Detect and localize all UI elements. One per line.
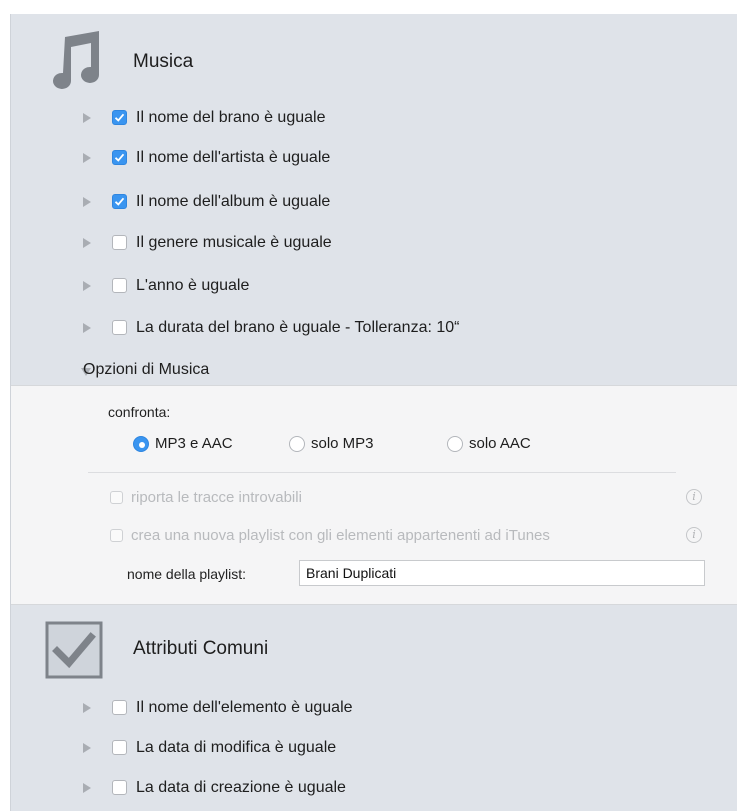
playlist-name-label: nome della playlist: xyxy=(127,566,247,582)
music-row-genre[interactable]: Il genere musicale è uguale xyxy=(11,229,737,259)
checkbox-checked[interactable] xyxy=(112,110,127,125)
disclosure-triangle-icon[interactable] xyxy=(83,281,91,291)
row-label: Il nome del brano è uguale xyxy=(136,109,326,126)
row-label: Il nome dell'album è uguale xyxy=(136,193,331,210)
radio-unselected-icon[interactable] xyxy=(447,436,463,452)
row-label: L'anno è uguale xyxy=(136,277,250,294)
row-label: La durata del brano è uguale - Tolleranz… xyxy=(136,319,460,336)
row-label: Il genere musicale è uguale xyxy=(136,234,332,251)
music-row-album-name[interactable]: Il nome dell'album è uguale xyxy=(11,188,737,218)
row-label: Il nome dell'artista è uguale xyxy=(136,149,331,166)
row-label: Il nome dell'elemento è uguale xyxy=(136,699,353,716)
music-row-artist-name[interactable]: Il nome dell'artista è uguale xyxy=(11,144,737,174)
disclosure-triangle-icon[interactable] xyxy=(83,113,91,123)
settings-panel: Musica Il nome del brano è uguale Il nom… xyxy=(10,14,737,811)
divider xyxy=(88,472,676,473)
music-options-panel: confronta: MP3 e AAC solo MP3 solo AAC r… xyxy=(11,385,737,605)
music-row-song-name[interactable]: Il nome del brano è uguale xyxy=(11,104,737,134)
radio-unselected-icon[interactable] xyxy=(289,436,305,452)
common-section-title: Attributi Comuni xyxy=(133,638,269,659)
disclosure-triangle-icon[interactable] xyxy=(83,743,91,753)
checkbox-unchecked[interactable] xyxy=(112,278,127,293)
row-label: La data di creazione è uguale xyxy=(136,779,346,796)
checkbox-unchecked[interactable] xyxy=(112,740,127,755)
radio-label: MP3 e AAC xyxy=(155,435,233,452)
create-playlist-row[interactable]: crea una nuova playlist con gli elementi… xyxy=(11,526,737,548)
checkbox-check-icon xyxy=(45,621,105,681)
compare-label: confronta: xyxy=(108,404,171,420)
create-playlist-label: crea una nuova playlist con gli elementi… xyxy=(131,527,550,544)
info-icon[interactable]: i xyxy=(686,489,702,505)
row-label: La data di modifica è uguale xyxy=(136,739,337,756)
common-row-created-date[interactable]: La data di creazione è uguale xyxy=(11,774,737,804)
disclosure-triangle-icon[interactable] xyxy=(83,323,91,333)
info-icon[interactable]: i xyxy=(686,527,702,543)
disclosure-triangle-icon[interactable] xyxy=(83,197,91,207)
music-options-toggle[interactable]: Opzioni di Musica xyxy=(11,356,737,386)
report-missing-row[interactable]: riporta le tracce introvabili i xyxy=(11,488,737,510)
checkbox-unchecked[interactable] xyxy=(112,780,127,795)
radio-label: solo AAC xyxy=(469,435,531,452)
checkbox-checked[interactable] xyxy=(112,150,127,165)
radio-label: solo MP3 xyxy=(311,435,374,452)
disclosure-triangle-icon[interactable] xyxy=(83,153,91,163)
radio-selected-icon[interactable] xyxy=(133,436,149,452)
music-row-year[interactable]: L'anno è uguale xyxy=(11,272,737,302)
music-section-title: Musica xyxy=(133,51,194,72)
checkbox-unchecked[interactable] xyxy=(112,235,127,250)
disclosure-triangle-icon[interactable] xyxy=(83,238,91,248)
common-row-element-name[interactable]: Il nome dell'elemento è uguale xyxy=(11,694,737,724)
common-section-header: Attributi Comuni xyxy=(11,621,737,681)
music-row-duration[interactable]: La durata del brano è uguale - Tolleranz… xyxy=(11,314,737,344)
checkbox-unchecked[interactable] xyxy=(112,320,127,335)
disclosure-triangle-icon[interactable] xyxy=(83,703,91,713)
checkbox-disabled[interactable] xyxy=(110,491,123,504)
common-row-modified-date[interactable]: La data di modifica è uguale xyxy=(11,734,737,764)
music-options-label: Opzioni di Musica xyxy=(83,361,210,378)
music-note-icon xyxy=(43,29,103,89)
checkbox-unchecked[interactable] xyxy=(112,700,127,715)
checkbox-checked[interactable] xyxy=(112,194,127,209)
music-section-header: Musica xyxy=(11,29,737,89)
playlist-name-input[interactable] xyxy=(299,560,705,586)
report-missing-label: riporta le tracce introvabili xyxy=(131,489,302,506)
checkbox-disabled[interactable] xyxy=(110,529,123,542)
disclosure-triangle-icon[interactable] xyxy=(83,783,91,793)
